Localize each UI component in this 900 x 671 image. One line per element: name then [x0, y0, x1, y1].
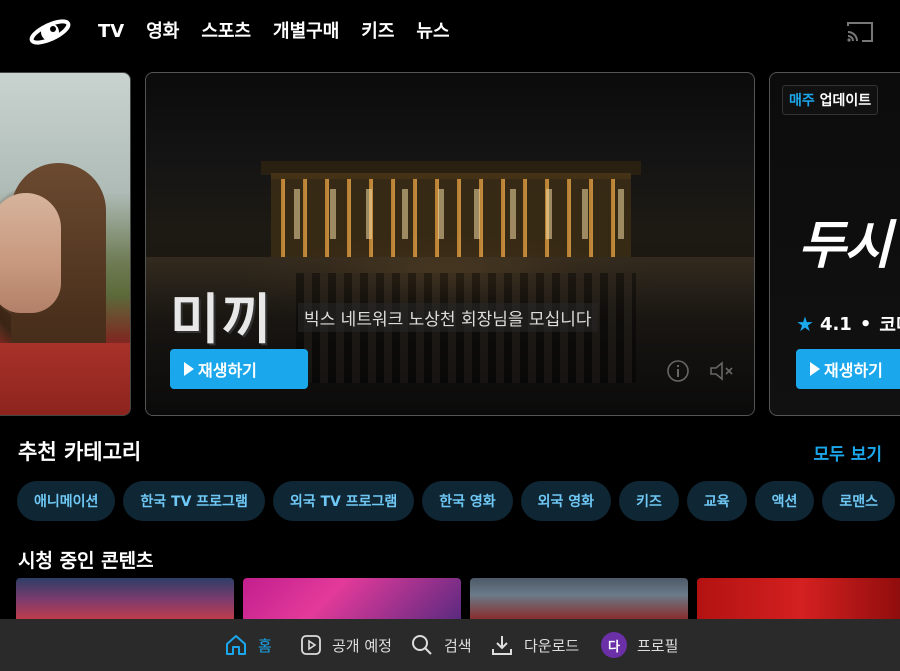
rating-row: ★ 4.1 • 코미	[796, 311, 900, 337]
tab-download-label: 다운로드	[524, 636, 580, 655]
play-button[interactable]: 재생하기	[170, 349, 308, 389]
recommended-categories-title: 추천 카테고리	[18, 440, 142, 464]
tab-profile[interactable]: 다 프로필	[601, 619, 678, 671]
tab-upcoming-label: 공개 예정	[332, 636, 392, 655]
continue-watching-title: 시청 중인 콘텐츠	[18, 550, 154, 572]
tab-download[interactable]: 다운로드	[490, 619, 579, 671]
content-thumbnail[interactable]	[16, 578, 234, 620]
mute-icon[interactable]	[708, 359, 736, 383]
search-icon	[412, 635, 432, 655]
content-thumbnail[interactable]	[470, 578, 688, 620]
play-icon	[184, 362, 194, 376]
hero-card-main[interactable]: 미끼 빅스 네트워크 노상천 회장님을 모십니다 재생하기	[145, 72, 755, 416]
chip-animation[interactable]: 애니메이션	[17, 481, 116, 521]
rating-value: 4.1	[819, 313, 852, 335]
play-icon	[810, 362, 820, 376]
nav-sports[interactable]: 스포츠	[201, 18, 251, 46]
upcoming-icon	[301, 635, 321, 655]
tab-upcoming[interactable]: 공개 예정	[300, 619, 392, 671]
chip-romance[interactable]: 로맨스	[822, 481, 895, 521]
nav-news[interactable]: 뉴스	[416, 18, 449, 46]
nav-menu: TV 영화 스포츠 개별구매 키즈 뉴스	[98, 18, 472, 46]
chip-korean-movies[interactable]: 한국 영화	[422, 481, 513, 521]
tab-home[interactable]: 홈	[224, 619, 272, 671]
content-thumbnail[interactable]	[243, 578, 461, 620]
chip-education[interactable]: 교육	[686, 481, 747, 521]
tab-home-label: 홈	[258, 636, 272, 655]
category-chips: 애니메이션 한국 TV 프로그램 외국 TV 프로그램 한국 영화 외국 영화 …	[17, 481, 895, 521]
star-icon: ★	[796, 312, 814, 336]
nav-movies[interactable]: 영화	[146, 18, 179, 46]
chip-korean-tv[interactable]: 한국 TV 프로그램	[123, 481, 265, 521]
chip-foreign-tv[interactable]: 외국 TV 프로그램	[272, 481, 415, 521]
chip-foreign-movies[interactable]: 외국 영화	[520, 481, 612, 521]
weekly-update-badge: 매주 업데이트	[782, 85, 879, 115]
hero-card-next[interactable]: 매주 업데이트 두시 ★ 4.1 • 코미 재생하기	[769, 72, 900, 416]
tab-search[interactable]: 검색	[410, 619, 472, 671]
top-nav: TV 영화 스포츠 개별구매 키즈 뉴스	[0, 0, 900, 64]
tab-search-label: 검색	[444, 636, 472, 655]
genre-label: 코미	[879, 315, 900, 336]
chip-action[interactable]: 액션	[754, 481, 815, 521]
play-button-label: 재생하기	[198, 361, 257, 380]
content-thumbnail[interactable]	[697, 578, 900, 620]
nav-kids[interactable]: 키즈	[361, 18, 394, 46]
download-icon	[492, 636, 512, 655]
hero-next-title: 두시	[798, 216, 892, 276]
hero-card-previous[interactable]	[0, 72, 131, 416]
see-all-link[interactable]: 모두 보기	[814, 440, 882, 465]
tab-profile-label: 프로필	[637, 636, 679, 655]
nav-tv[interactable]: TV	[98, 18, 124, 46]
play-button-next[interactable]: 재생하기	[796, 349, 900, 389]
home-icon	[226, 635, 246, 655]
cast-icon[interactable]	[846, 20, 874, 44]
avatar: 다	[601, 632, 627, 658]
bottom-nav: 홈 공개 예정 검색 다운로드 다 프로필	[0, 619, 900, 671]
info-icon[interactable]	[666, 359, 690, 383]
logo-icon[interactable]	[28, 12, 72, 48]
nav-purchase[interactable]: 개별구매	[273, 18, 339, 46]
hero-subtitle: 빅스 네트워크 노상천 회장님을 모십니다	[298, 303, 598, 332]
chip-kids[interactable]: 키즈	[619, 481, 679, 521]
hero-title: 미끼	[170, 287, 274, 351]
play-button-label: 재생하기	[824, 361, 883, 380]
